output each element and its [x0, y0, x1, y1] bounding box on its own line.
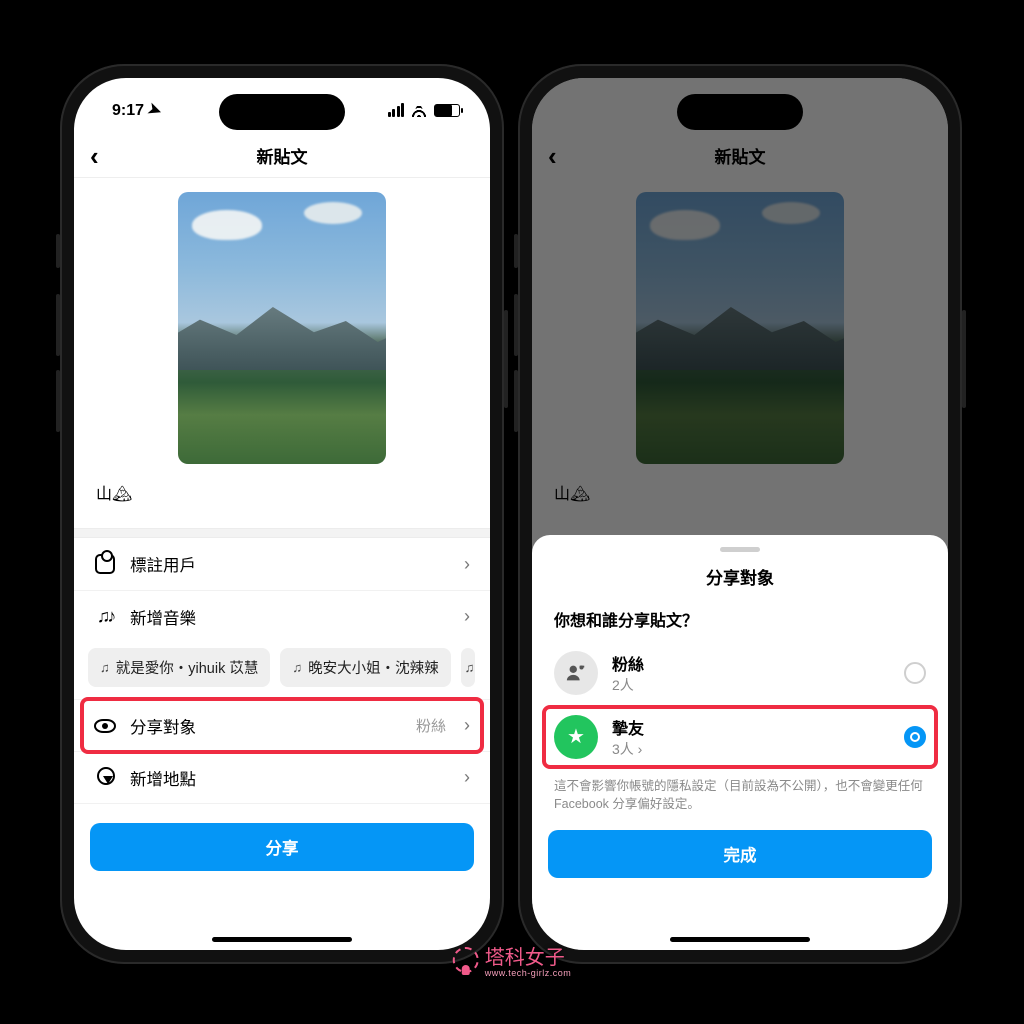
option-label: 粉絲 [612, 651, 644, 675]
add-music-row[interactable]: 新增音樂 › [74, 590, 490, 642]
phone-right: 9:18 ➤ ‹ 新貼文 山🏔 分享對象 [518, 64, 962, 964]
watermark-url: www.tech-girlz.com [485, 968, 572, 978]
audience-option-followers[interactable]: 粉絲 2人 [532, 641, 948, 705]
status-time: 9:17 [112, 102, 144, 119]
audience-value: 粉絲 [416, 715, 446, 736]
music-suggestions: 就是愛你・yihuik 苡慧 晚安大小姐・沈辣辣 [74, 642, 490, 699]
followers-icon [554, 651, 598, 695]
tag-icon [94, 554, 116, 574]
eye-icon [94, 719, 116, 733]
watermark-brand: 塔科女子 [485, 947, 565, 969]
preview-image [178, 192, 386, 464]
caption-field[interactable]: 山🏔 [74, 470, 490, 528]
row-label: 新增地點 [130, 766, 196, 790]
tag-users-row[interactable]: 標註用戶 › [74, 538, 490, 590]
music-chip[interactable]: 就是愛你・yihuik 苡慧 [88, 648, 270, 687]
chevron-right-icon: › [464, 554, 470, 575]
row-label: 分享對象 [130, 714, 196, 738]
battery-icon [434, 104, 460, 117]
star-icon: ★ [554, 715, 598, 759]
dynamic-island [677, 94, 803, 130]
home-indicator[interactable] [212, 937, 352, 942]
bulb-icon [453, 947, 479, 973]
post-preview[interactable] [74, 178, 490, 470]
chevron-right-icon: › [464, 767, 470, 788]
sheet-grabber[interactable] [720, 547, 760, 552]
audience-row[interactable]: 分享對象 粉絲 › [74, 699, 490, 751]
home-indicator[interactable] [670, 937, 810, 942]
nav-bar: ‹ 新貼文 [74, 134, 490, 178]
sheet-question: 你想和誰分享貼文？ [532, 607, 948, 641]
row-label: 標註用戶 [130, 552, 196, 576]
option-sub: 2人 [612, 675, 644, 695]
wifi-icon [410, 103, 428, 117]
option-sub: 3人 › [612, 739, 644, 759]
chevron-right-icon: › [464, 715, 470, 736]
add-location-row[interactable]: 新增地點 › [74, 751, 490, 803]
music-icon [94, 606, 116, 627]
share-button[interactable]: 分享 [90, 823, 474, 871]
share-button-label: 分享 [266, 835, 299, 859]
page-title: 新貼文 [257, 143, 308, 168]
signal-icon [388, 103, 405, 117]
radio-selected-icon[interactable] [904, 726, 926, 748]
dynamic-island [219, 94, 345, 130]
back-button[interactable]: ‹ [90, 143, 99, 169]
location-icon: ➤ [145, 98, 164, 121]
phone-left: 9:17 ➤ ‹ 新貼文 山🏔 標註用戶 [60, 64, 504, 964]
chevron-right-icon: › [464, 606, 470, 627]
music-chip[interactable]: 晚安大小姐・沈辣辣 [280, 648, 450, 687]
watermark: 塔科女子 www.tech-girlz.com [453, 941, 572, 978]
row-label: 新增音樂 [130, 605, 196, 629]
done-button-label: 完成 [724, 842, 757, 866]
pin-icon [94, 767, 116, 789]
audience-sheet: 分享對象 你想和誰分享貼文？ 粉絲 2人 ★ 摯友 [532, 535, 948, 951]
done-button[interactable]: 完成 [548, 830, 932, 878]
divider [74, 528, 490, 538]
option-label: 摯友 [612, 715, 644, 739]
audience-option-close-friends[interactable]: ★ 摯友 3人 › [532, 705, 948, 769]
screen-left: 9:17 ➤ ‹ 新貼文 山🏔 標註用戶 [74, 78, 490, 950]
music-chip[interactable] [461, 648, 475, 687]
screen-right: 9:18 ➤ ‹ 新貼文 山🏔 分享對象 [532, 78, 948, 950]
sheet-title: 分享對象 [532, 564, 948, 589]
radio-unselected-icon[interactable] [904, 662, 926, 684]
sheet-note: 這不會影響你帳號的隱私設定（目前設為不公開），也不會變更任何 Facebook … [532, 769, 948, 817]
